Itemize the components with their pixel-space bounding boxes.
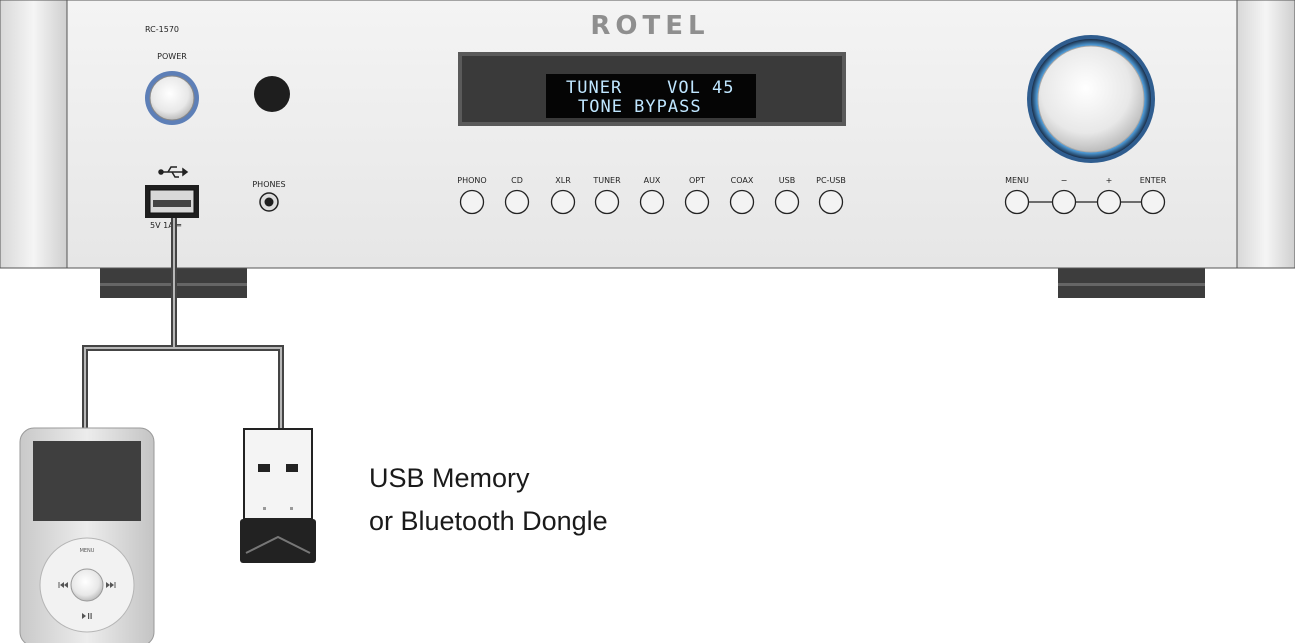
power-button[interactable] [145,71,199,125]
input-selector-buttons: PHONO CD XLR TUNER AUX OPT COAX USB PC-USB [457,176,846,215]
ipod-menu-label: MENU [80,548,95,554]
caption-line-1: USB Memory [369,463,530,493]
input-button-opt[interactable] [684,189,710,215]
input-label-aux: AUX [644,176,661,185]
input-label-phono: PHONO [457,176,486,185]
brand-logo: ROTEL [590,11,709,41]
display-line-2: TONE BYPASS [578,97,702,117]
ipod-player: MENU [19,427,155,643]
power-label: POWER [157,52,187,61]
caption-line-2: or Bluetooth Dongle [369,506,608,536]
input-button-phono[interactable] [459,189,485,215]
ir-sensor [254,76,290,112]
display-line-1: TUNER VOL 45 [566,78,735,98]
phones-jack[interactable] [259,192,279,212]
input-label-pc-usb: PC-USB [816,176,846,185]
input-button-aux[interactable] [639,189,665,215]
device-feet [100,266,1205,298]
model-label: RC-1570 [145,25,179,34]
input-button-pc-usb[interactable] [818,189,844,215]
input-label-cd: CD [511,176,523,185]
plus-button[interactable] [1096,189,1122,215]
input-button-tuner[interactable] [594,189,620,215]
control-label-minus: − [1061,176,1068,185]
phones-label: PHONES [252,180,285,189]
input-button-coax[interactable] [729,189,755,215]
minus-button[interactable] [1051,189,1077,215]
input-label-opt: OPT [689,176,705,185]
ipod-center-button[interactable] [70,568,104,602]
ipod-screen [33,441,141,521]
menu-button[interactable] [1004,189,1030,215]
front-display: TUNER VOL 45 TONE BYPASS [458,52,846,126]
volume-knob[interactable] [1027,35,1155,163]
control-label-menu: MENU [1005,176,1029,185]
input-label-coax: COAX [731,176,754,185]
input-button-cd[interactable] [504,189,530,215]
input-label-xlr: XLR [555,176,571,185]
input-label-usb: USB [779,176,795,185]
input-label-tuner: TUNER [592,176,621,185]
usb-dongle [240,428,316,563]
control-label-plus: + [1106,176,1113,185]
input-button-usb[interactable] [774,189,800,215]
enter-button[interactable] [1140,189,1166,215]
control-label-enter: ENTER [1140,176,1167,185]
input-button-xlr[interactable] [550,189,576,215]
connection-diagram: RC-1570 ROTEL POWER TUNER VOL 45 TONE BY… [0,0,1295,643]
